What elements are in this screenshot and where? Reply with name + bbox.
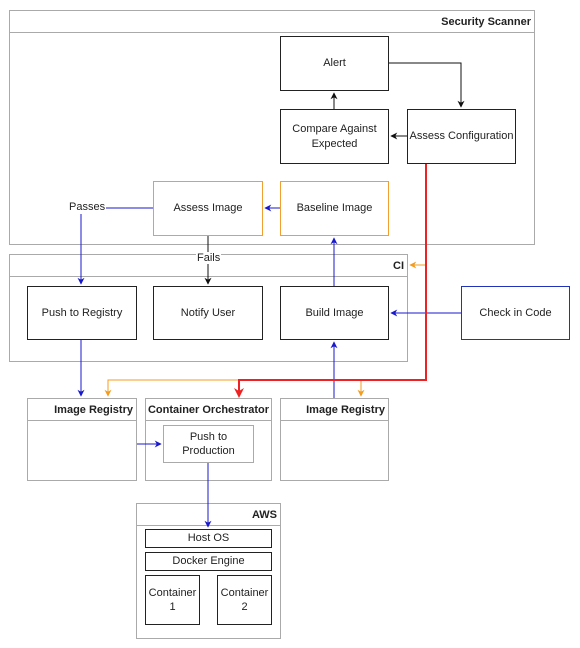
edge-assess-config-to-orchestrator xyxy=(234,164,427,398)
edge-scanner-to-registry-left xyxy=(104,379,239,397)
edge-alert-to-assess-config xyxy=(389,62,465,108)
fails-label: Fails xyxy=(196,252,222,264)
passes-label: Passes xyxy=(68,201,107,213)
edges-layer xyxy=(77,62,465,528)
